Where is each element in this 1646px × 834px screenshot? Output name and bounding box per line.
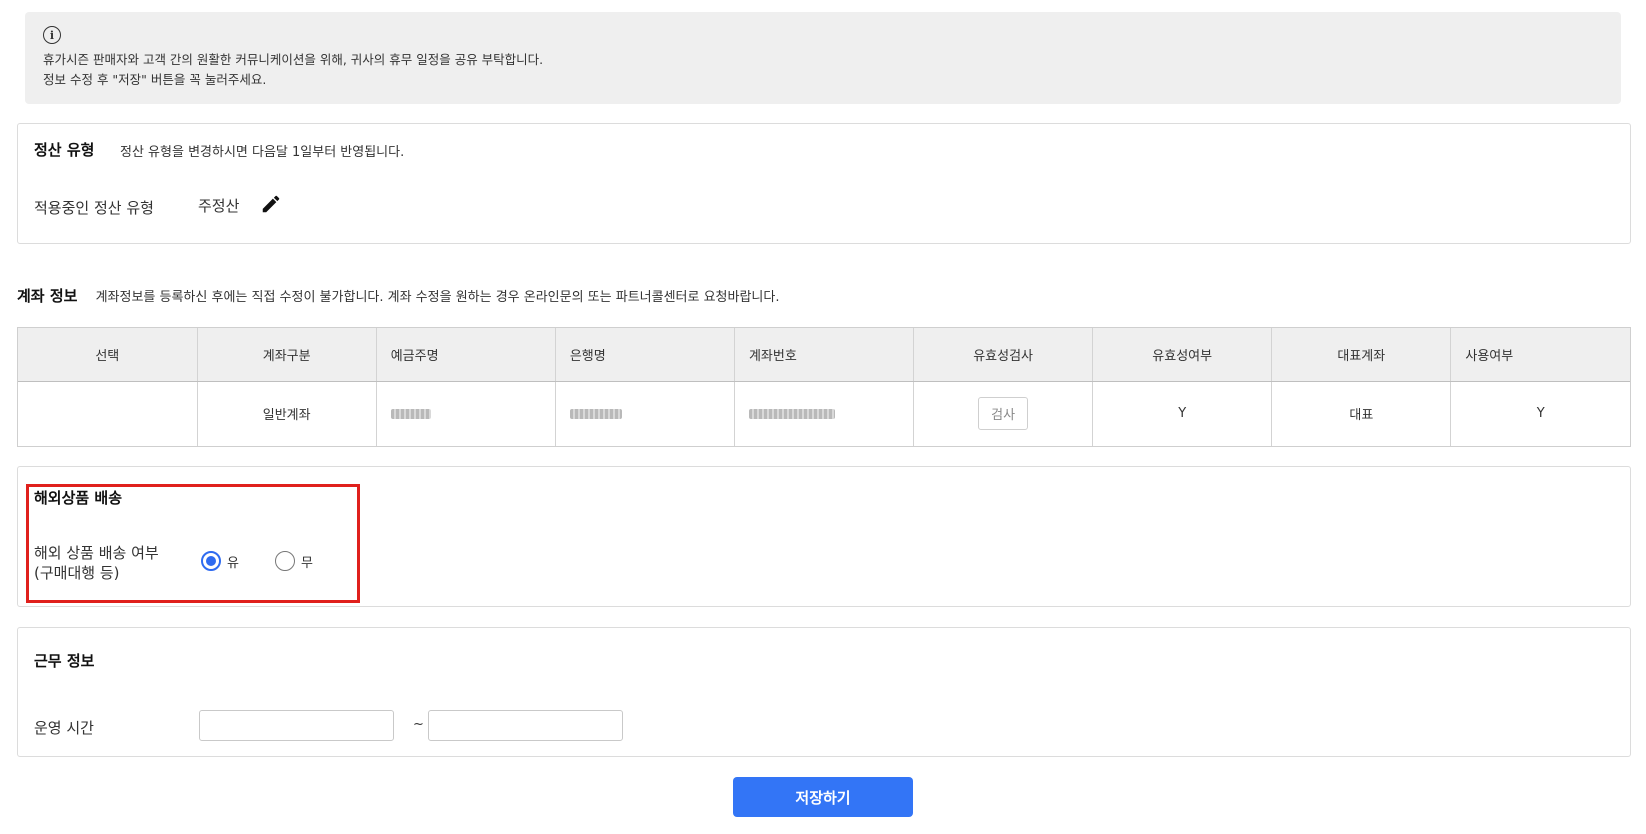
- work-panel: 근무 정보 운영 시간 ~: [17, 627, 1631, 757]
- account-desc: 계좌정보를 등록하신 후에는 직접 수정이 불가합니다. 계좌 수정을 원하는 …: [95, 290, 780, 305]
- col-bank: 은행명: [555, 328, 735, 382]
- col-holder: 예금주명: [376, 328, 556, 382]
- cell-validate: 검사: [913, 381, 1094, 446]
- cell-account-number-redacted: [734, 381, 915, 446]
- col-account-type: 계좌구분: [197, 328, 377, 382]
- col-account-number: 계좌번호: [734, 328, 915, 382]
- cell-valid: Y: [1092, 381, 1273, 446]
- time-separator: ~: [413, 717, 424, 732]
- col-valid: 유효성여부: [1092, 328, 1273, 382]
- settlement-field-label: 적용중인 정산 유형: [34, 199, 154, 217]
- settlement-desc: 정산 유형을 변경하시면 다음달 1일부터 반영됩니다.: [120, 145, 405, 160]
- notice-line-1: 휴가시즌 판매자와 고객 간의 원활한 커뮤니케이션을 위해, 귀사의 휴무 일…: [43, 52, 544, 67]
- end-time-input[interactable]: [428, 710, 623, 741]
- account-header: 계좌 정보 계좌정보를 등록하신 후에는 직접 수정이 불가합니다. 계좌 수정…: [17, 285, 779, 306]
- cell-account-type: 일반계좌: [197, 381, 377, 446]
- cell-holder-redacted: [376, 381, 556, 446]
- settlement-title: 정산 유형: [34, 141, 95, 159]
- table-row: 일반계좌 검사 Y 대표 Y: [18, 381, 1630, 446]
- highlight-box: [26, 484, 360, 603]
- edit-pencil-icon[interactable]: [258, 191, 284, 217]
- settlement-panel: 정산 유형 정산 유형을 변경하시면 다음달 1일부터 반영됩니다. 적용중인 …: [17, 123, 1631, 244]
- col-validate: 유효성검사: [913, 328, 1094, 382]
- validate-button[interactable]: 검사: [978, 397, 1029, 431]
- cell-representative: 대표: [1271, 381, 1452, 446]
- cell-use: Y: [1536, 406, 1545, 422]
- col-representative: 대표계좌: [1271, 328, 1452, 382]
- notice-line-2: 정보 수정 후 "저장" 버튼을 꼭 눌러주세요.: [43, 72, 267, 87]
- cell-select[interactable]: [18, 381, 198, 446]
- work-title: 근무 정보: [34, 652, 95, 670]
- account-title: 계좌 정보: [17, 287, 78, 305]
- start-time-input[interactable]: [199, 710, 394, 741]
- col-use: 사용여부: [1450, 328, 1630, 382]
- info-icon: i: [43, 26, 61, 44]
- cell-bank-redacted: [555, 381, 735, 446]
- account-table: 선택 계좌구분 예금주명 은행명 계좌번호 유효성검사 유효성여부 대표계좌 사…: [17, 327, 1631, 447]
- notice-box: i 휴가시즌 판매자와 고객 간의 원활한 커뮤니케이션을 위해, 귀사의 휴무…: [25, 12, 1621, 104]
- col-select: 선택: [18, 328, 198, 382]
- settlement-field-value: 주정산: [198, 197, 240, 215]
- save-button[interactable]: 저장하기: [733, 777, 913, 817]
- table-header-row: 선택 계좌구분 예금주명 은행명 계좌번호 유효성검사 유효성여부 대표계좌 사…: [18, 328, 1630, 382]
- work-field-label: 운영 시간: [34, 719, 94, 737]
